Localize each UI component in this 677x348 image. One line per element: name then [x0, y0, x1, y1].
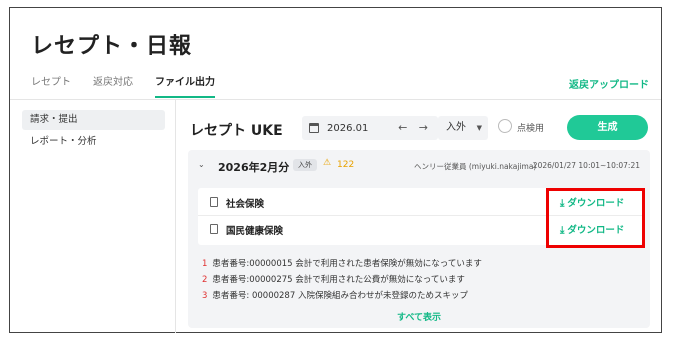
author-name: ヘンリー従業員 (miyuki.nakajima) — [414, 162, 537, 171]
error-text: 患者番号:00000015 会計で利用された患者保険が無効になっています — [212, 259, 482, 269]
warning-count: 122 — [337, 160, 355, 170]
timestamp: 2026/01/27 10:01~10:07:21 — [532, 161, 640, 170]
document-icon — [210, 197, 218, 207]
error-text: 患者番号:00000275 会計で利用された公費が無効になっています — [212, 275, 465, 285]
sidebar-divider — [175, 100, 176, 333]
error-number: 2 — [202, 275, 208, 285]
error-number: 1 — [202, 259, 208, 269]
sidebar-item-reports[interactable]: レポート・分析 — [22, 132, 165, 152]
collapse-chevron-icon[interactable]: ⌄ — [198, 160, 205, 169]
chevron-down-icon: ▼ — [476, 124, 482, 132]
warning-icon: ⚠ — [323, 158, 332, 168]
sidebar-item-billing[interactable]: 請求・提出 — [22, 110, 165, 130]
tab-bar: レセプト 返戻対応 ファイル出力 — [31, 76, 237, 98]
type-badge: 入外 — [293, 159, 317, 171]
inspection-radio[interactable] — [498, 119, 512, 133]
error-list: 1 患者番号:00000015 会計で利用された患者保険が無効になっています 2患… — [202, 256, 632, 304]
header-divider — [10, 99, 661, 100]
sidebar: 請求・提出 レポート・分析 — [22, 110, 165, 154]
error-number: 3 — [202, 291, 208, 301]
error-item: 2 患者番号:00000275 会計で利用された公費が無効になっています — [202, 272, 632, 288]
error-text: 患者番号: 00000287 入院保険組み合わせが未登録のためスキップ — [212, 291, 468, 301]
page-title: レセプト・日報 — [31, 34, 193, 59]
month-nav-arrows[interactable]: ← → — [398, 121, 432, 134]
month-value: 2026.01 — [327, 122, 369, 134]
app-window: レセプト・日報 レセプト 返戻対応 ファイル出力 返戻アップロード 請求・提出 … — [9, 7, 662, 333]
tab-return-handling[interactable]: 返戻対応 — [93, 76, 133, 98]
inout-select[interactable]: 入外 ▼ — [438, 116, 488, 140]
inspection-radio-label: 点検用 — [517, 124, 545, 134]
document-icon — [210, 224, 218, 234]
tab-receipt[interactable]: レセプト — [31, 76, 71, 98]
month-picker[interactable]: 2026.01 ← → — [302, 116, 438, 140]
download-highlight-box — [546, 188, 645, 248]
file-name-social-insurance: 社会保険 — [226, 199, 265, 210]
calendar-icon — [309, 123, 319, 133]
inout-select-value: 入外 — [446, 122, 466, 133]
error-item: 3 患者番号: 00000287 入院保険組み合わせが未登録のためスキップ — [202, 288, 632, 304]
error-item: 1 患者番号:00000015 会計で利用された患者保険が無効になっています — [202, 256, 632, 272]
file-name-national-health: 国民健康保険 — [226, 226, 284, 237]
show-all-link[interactable]: すべて表示 — [188, 310, 650, 323]
return-upload-link[interactable]: 返戻アップロード — [569, 76, 649, 91]
section-title: レセプト UKE — [190, 123, 283, 139]
card-header: ⌄ 2026年2月分 入外 ⚠ 122 ヘンリー従業員 (miyuki.naka… — [198, 157, 640, 177]
billing-period: 2026年2月分 — [218, 161, 290, 174]
tab-file-output[interactable]: ファイル出力 — [155, 76, 215, 98]
generate-button[interactable]: 生成 — [567, 115, 648, 140]
